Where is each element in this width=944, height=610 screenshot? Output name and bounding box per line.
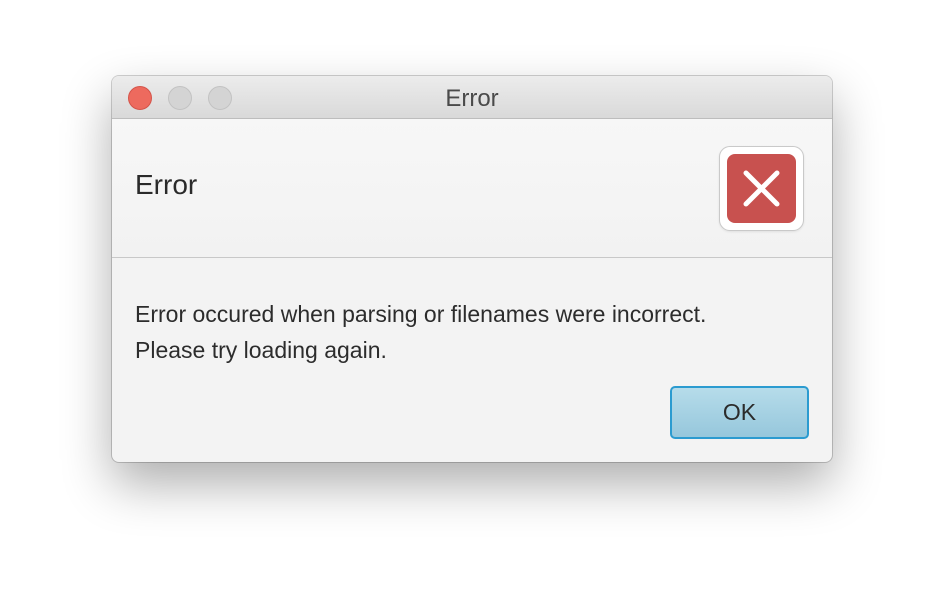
dialog-header: Error: [112, 119, 832, 258]
message-line-1: Error occured when parsing or filenames …: [135, 301, 707, 327]
error-icon-frame: [719, 146, 804, 231]
message-line-2: Please try loading again.: [135, 337, 387, 363]
ok-button[interactable]: OK: [670, 386, 809, 439]
title-bar[interactable]: Error: [112, 76, 832, 119]
error-dialog-window: Error Error Error occured when parsing o…: [112, 76, 832, 462]
window-title: Error: [445, 85, 499, 112]
x-mark-icon: [743, 170, 780, 207]
dialog-message: Error occured when parsing or filenames …: [135, 296, 706, 368]
error-x-icon: [727, 154, 796, 223]
header-text: Error: [135, 169, 198, 200]
